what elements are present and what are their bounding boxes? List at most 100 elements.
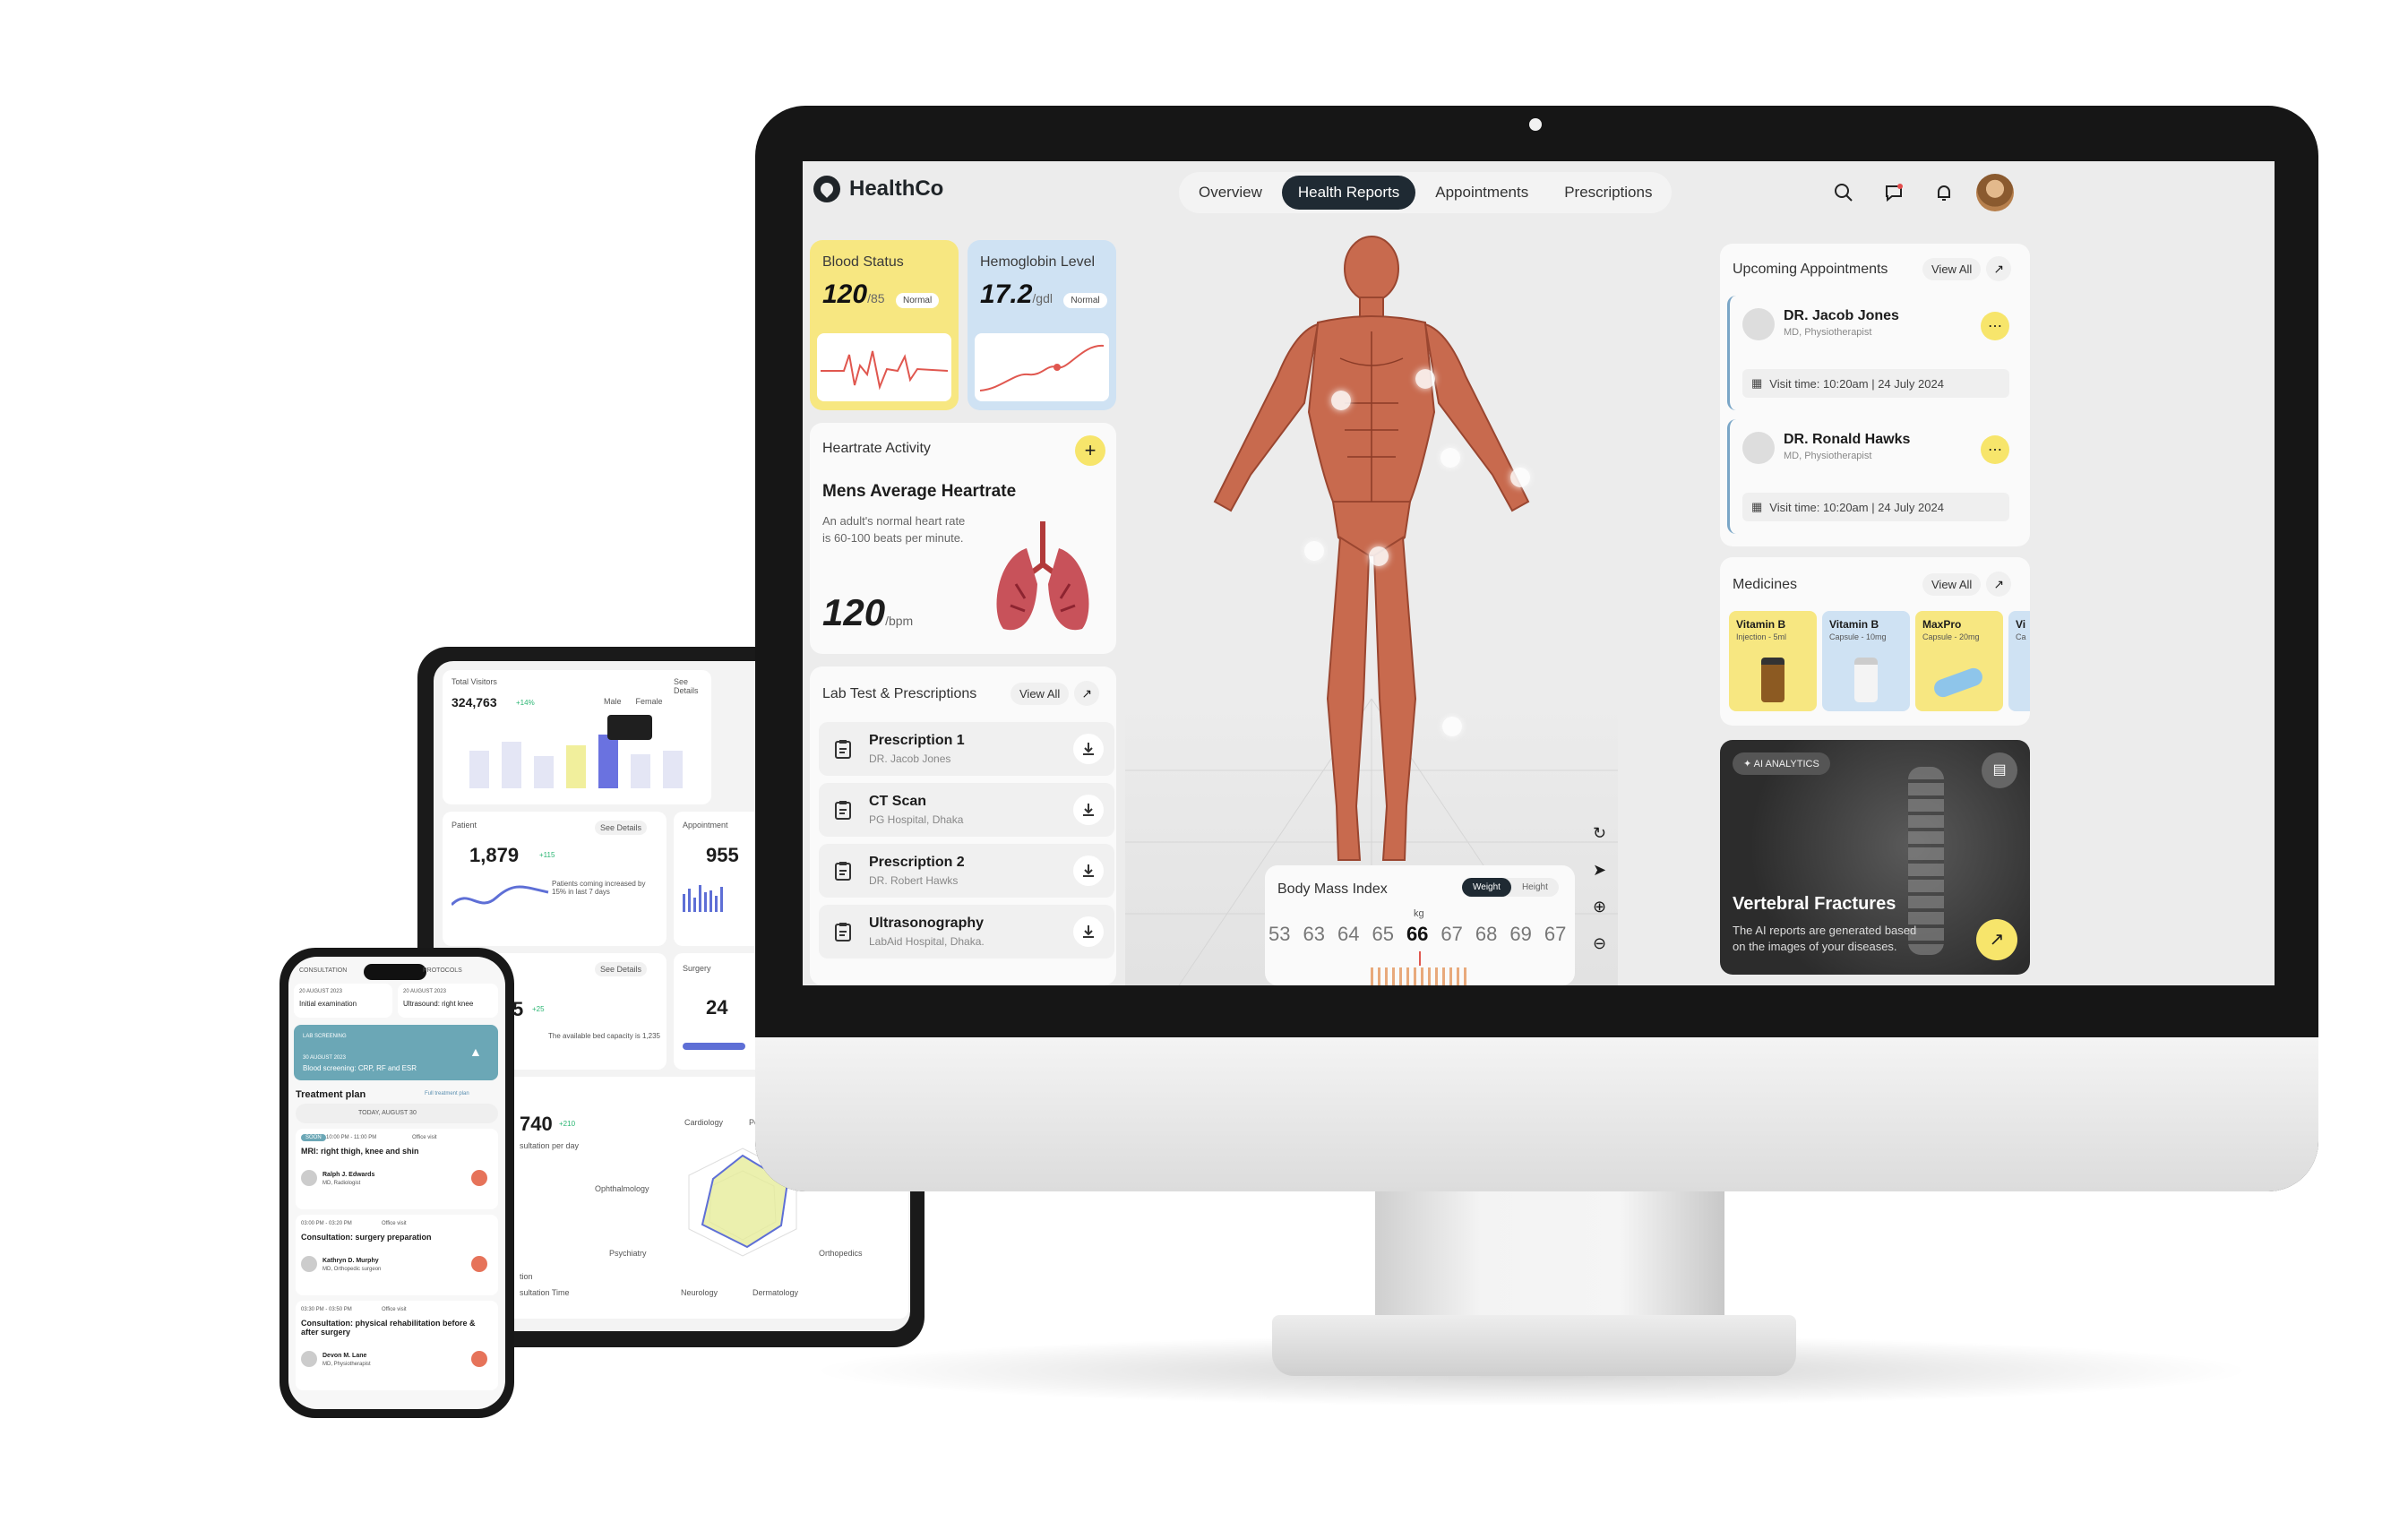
see-details-link[interactable]: See Details (674, 677, 711, 695)
appointments-view-all-button[interactable]: View All (1922, 257, 1982, 280)
logo[interactable]: HealthCo (813, 176, 943, 202)
download-icon[interactable] (1073, 916, 1104, 947)
phone-call-button[interactable] (471, 1170, 487, 1186)
bmi-tick: 69 (1509, 923, 1532, 945)
phone-event-place-2: Office visit (382, 1221, 407, 1226)
phone-call-button[interactable] (471, 1351, 487, 1367)
phone-event-2[interactable]: 03:00 PM - 03:20 PM Office visit Consult… (296, 1215, 498, 1295)
download-icon[interactable] (1073, 855, 1104, 886)
chart-legend: Male Female (604, 697, 663, 706)
bmi-tick: 68 (1475, 923, 1498, 945)
chat-icon[interactable] (1876, 175, 1912, 211)
lab-row-title-4: Ultrasonography (869, 916, 985, 931)
hotspot-abdomen[interactable] (1440, 448, 1460, 468)
heartrate-value: 120 (822, 591, 886, 633)
ai-badge-label: AI ANALYTICS (1753, 759, 1819, 770)
lab-row-4[interactable]: Ultrasonography LabAid Hospital, Dhaka. (819, 905, 1114, 959)
hotspot-wrist-left[interactable] (1304, 541, 1324, 561)
tab-health-reports[interactable]: Health Reports (1281, 176, 1416, 210)
phone-event-1[interactable]: SOON 10:00 PM - 11:00 PM Office visit MR… (296, 1129, 498, 1209)
phone-call-button[interactable] (471, 1256, 487, 1272)
hotspot-shoulder-left[interactable] (1331, 391, 1351, 410)
medicine-item-1[interactable]: Vitamin B Injection - 5ml (1729, 611, 1817, 711)
message-icon[interactable]: ⋯ (1981, 312, 2009, 340)
doctor-avatar (1742, 308, 1775, 340)
phone-lab-text: Blood screening: CRP, RF and ESR (303, 1064, 417, 1072)
phone-event-role-3: MD, Physiotherapist (322, 1362, 371, 1367)
download-icon[interactable] (1073, 795, 1104, 825)
blood-status-card[interactable]: Blood Status 120/85 Normal (810, 240, 959, 410)
arrow-up-right-icon[interactable]: ↗ (1986, 256, 2012, 281)
heartrate-value-row: 120/bpm (822, 591, 913, 634)
medicine-item-2[interactable]: Vitamin B Capsule - 10mg (1822, 611, 1910, 711)
bmi-toggle-height[interactable]: Height (1511, 878, 1559, 897)
medicine-item-4[interactable]: Vi Ca (2008, 611, 2030, 711)
bell-icon[interactable] (1926, 175, 1962, 211)
rotate-icon[interactable]: ↻ (1593, 824, 1606, 843)
user-avatar[interactable] (1976, 174, 2014, 211)
search-icon[interactable] (1826, 175, 1862, 211)
phone-top-item-1[interactable]: 20 AUGUST 2023 Initial examination (294, 984, 392, 1018)
phone-plan-link[interactable]: Full treatment plan (425, 1091, 469, 1096)
imac-chin (755, 1037, 2318, 1191)
lab-row-1[interactable]: Prescription 1 DR. Jacob Jones (819, 722, 1114, 776)
lab-row-2[interactable]: CT Scan PG Hospital, Dhaka (819, 783, 1114, 837)
phone-event-role-1: MD, Radiologist (322, 1181, 361, 1186)
appointment-visit-1: ▦ Visit time: 10:20am | 24 July 2024 (1742, 369, 2009, 398)
hotspot-knee[interactable] (1442, 717, 1462, 736)
zoom-out-icon[interactable]: ⊖ (1593, 934, 1606, 953)
ai-analytics-card[interactable]: ✦ AI ANALYTICS ▤ Vertebral Fractures The… (1720, 740, 2030, 975)
consult-note: sultation per day (520, 1141, 580, 1150)
zoom-in-icon[interactable]: ⊕ (1593, 898, 1606, 916)
phone-tab-protocols[interactable]: PROTOCOLS (423, 967, 462, 974)
tab-prescriptions[interactable]: Prescriptions (1548, 176, 1668, 210)
patient-sparkline (452, 885, 549, 907)
patient-delta: +115 (539, 851, 555, 859)
medicine-desc-3: Capsule - 20mg (1922, 632, 1980, 641)
lab-row-3[interactable]: Prescription 2 DR. Robert Hawks (819, 844, 1114, 898)
phone-lab-date: 30 AUGUST 2023 (303, 1055, 346, 1061)
arrow-up-right-icon[interactable]: ↗ (1986, 572, 2012, 597)
download-icon[interactable] (1073, 734, 1104, 764)
appointment-value: 955 (706, 844, 739, 866)
heartrate-card: Heartrate Activity + Mens Average Heartr… (810, 423, 1116, 654)
arrow-up-right-icon[interactable]: ↗ (1976, 919, 2017, 960)
medicine-name-3: MaxPro (1922, 618, 1962, 631)
arrow-up-right-icon[interactable]: ↗ (1074, 681, 1100, 706)
clipboard-icon (830, 796, 856, 823)
phone-tab-consultation[interactable]: CONSULTATION (299, 967, 347, 974)
phone-top-item-2[interactable]: 20 AUGUST 2023 Ultrasound: right knee (398, 984, 498, 1018)
patient-see-details[interactable]: See Details (595, 821, 648, 835)
viewer-tools: ↻ ➤ ⊕ ⊖ (1593, 824, 1606, 953)
appointment-item-2[interactable]: DR. Ronald Hawks MD, Physiotherapist ⋯ ▦… (1727, 419, 2023, 534)
hotspot-hip[interactable] (1369, 546, 1389, 566)
blood-status-value: 120 (822, 279, 868, 309)
hotspot-chest[interactable] (1415, 369, 1435, 389)
lab-view-all-button[interactable]: View All (1010, 682, 1070, 705)
bmi-toggle-weight[interactable]: Weight (1462, 878, 1511, 897)
hemoglobin-card[interactable]: Hemoglobin Level 17.2/gdl Normal (968, 240, 1116, 410)
document-icon[interactable]: ▤ (1982, 752, 2017, 788)
bmi-tick: 65 (1372, 923, 1394, 945)
tab-overview[interactable]: Overview (1182, 176, 1278, 210)
bmi-indicator (1419, 951, 1421, 966)
hotspot-elbow-right[interactable] (1510, 468, 1530, 487)
surgery-progress (683, 1043, 745, 1050)
appointment-visit-text-1: Visit time: 10:20am | 24 July 2024 (1769, 376, 1944, 391)
add-button[interactable]: + (1075, 435, 1105, 466)
phone-event-3[interactable]: 03:30 PM - 03:50 PM Office visit Consult… (296, 1301, 498, 1390)
lungs-icon (996, 521, 1089, 631)
bmi-scale[interactable]: 53 63 64 65 66 67 68 69 67 (1268, 923, 1566, 946)
clipboard-icon (830, 735, 856, 762)
medicines-view-all-button[interactable]: View All (1922, 572, 1982, 596)
bmi-card: Body Mass Index Weight Height kg 53 63 6… (1265, 865, 1575, 985)
avatar (301, 1351, 317, 1367)
appointment-item-1[interactable]: DR. Jacob Jones MD, Physiotherapist ⋯ ▦ V… (1727, 296, 2023, 410)
message-icon[interactable]: ⋯ (1981, 435, 2009, 464)
medicine-item-3[interactable]: MaxPro Capsule - 20mg (1915, 611, 2003, 711)
heartrate-desc: An adult's normal heart rate is 60-100 b… (822, 514, 966, 545)
tab-appointments[interactable]: Appointments (1419, 176, 1544, 210)
phone-lab-card[interactable]: LAB SCREENING 30 AUGUST 2023 Blood scree… (294, 1025, 498, 1080)
beds-see-details[interactable]: See Details (595, 962, 648, 976)
cursor-icon[interactable]: ➤ (1593, 861, 1606, 880)
